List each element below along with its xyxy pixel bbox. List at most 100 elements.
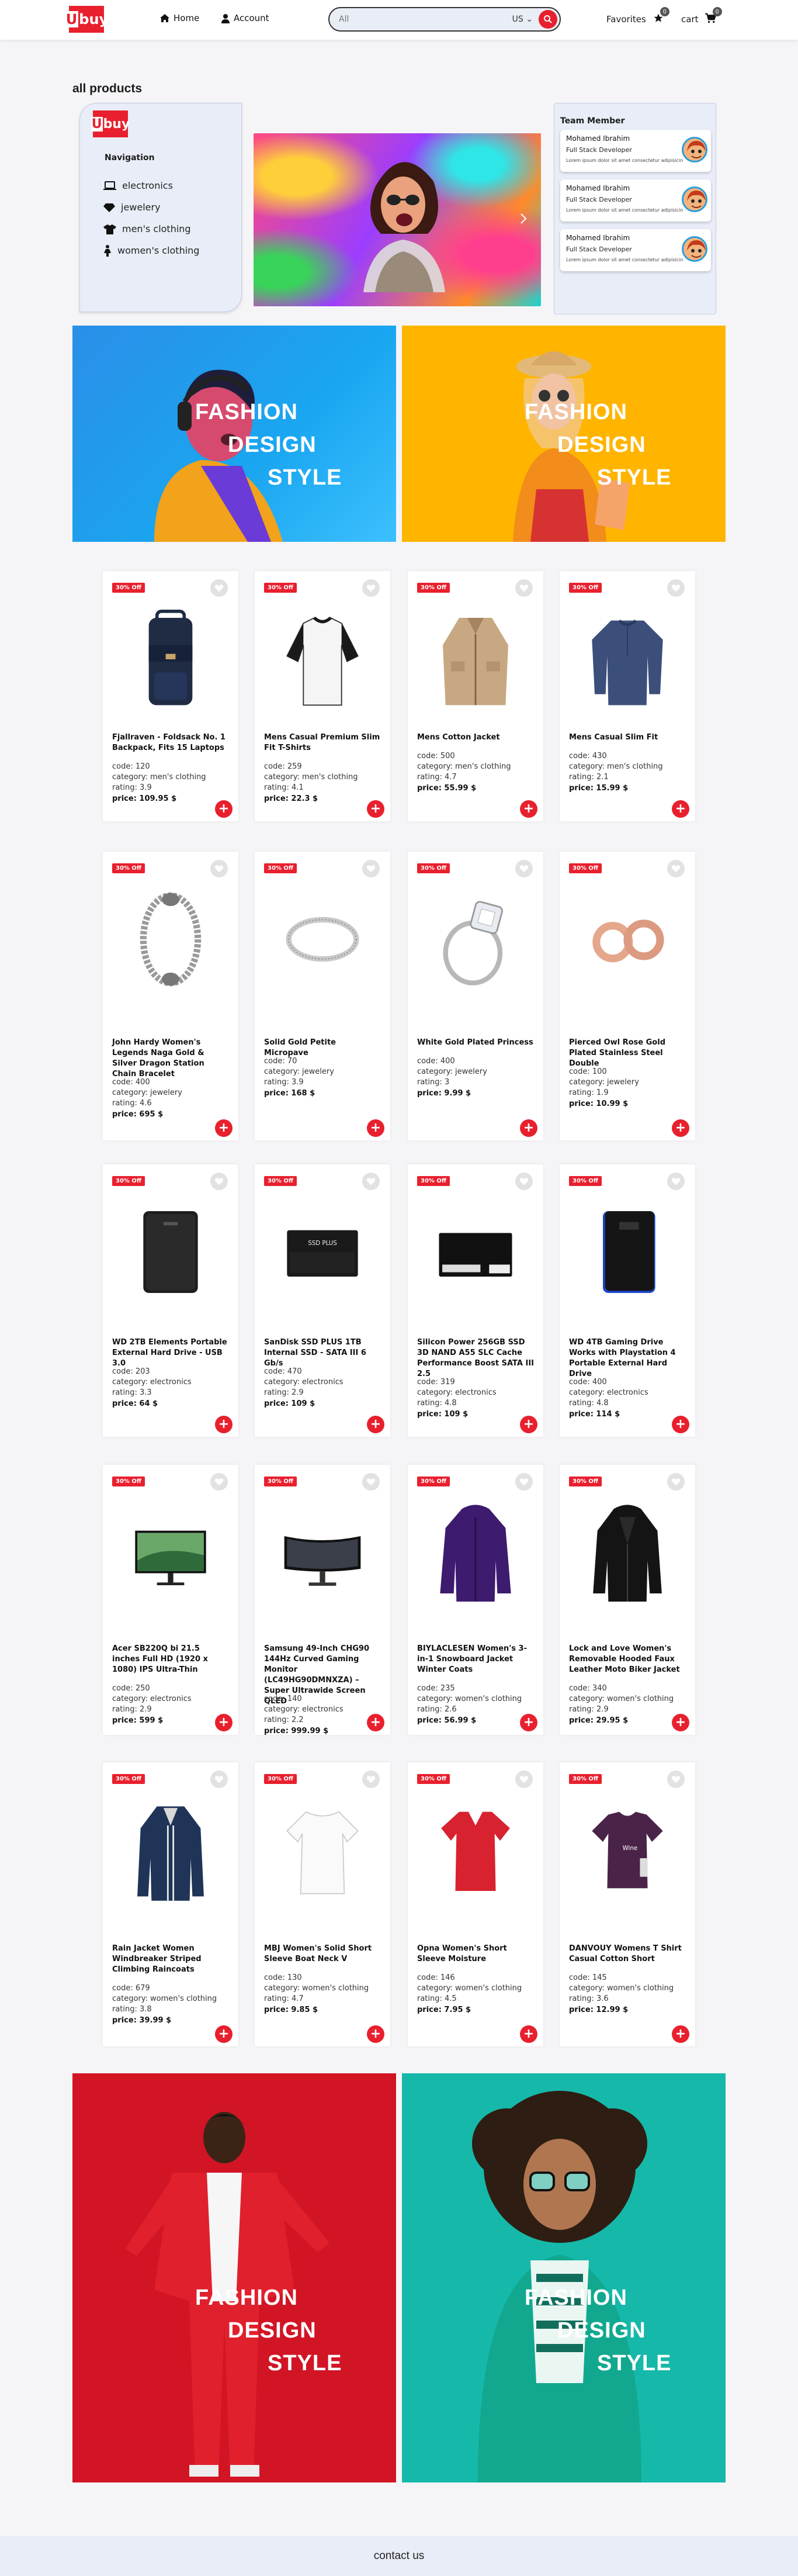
product-title[interactable]: Opna Women's Short Sleeve Moisture bbox=[417, 1944, 534, 1965]
product-image[interactable]: Wine bbox=[583, 1793, 672, 1907]
product-image[interactable] bbox=[126, 1195, 215, 1309]
product-title[interactable]: Mens Casual Premium Slim Fit T-Shirts bbox=[264, 732, 381, 753]
product-card[interactable]: 30% Off MBJ Women's Solid Short Sleeve Bo… bbox=[255, 1762, 390, 2046]
add-to-cart-button[interactable]: + bbox=[367, 1119, 384, 1137]
product-title[interactable]: WD 2TB Elements Portable External Hard D… bbox=[112, 1337, 229, 1369]
product-card[interactable]: 30% Off Lock and Love Women's Removable H… bbox=[560, 1465, 695, 1735]
search-input[interactable] bbox=[339, 15, 512, 24]
product-image[interactable] bbox=[126, 1495, 215, 1610]
product-card[interactable]: 30% Off Mens Casual Premium Slim Fit T-Sh… bbox=[255, 571, 390, 821]
product-image[interactable] bbox=[278, 882, 367, 997]
product-title[interactable]: Rain Jacket Women Windbreaker Striped Cl… bbox=[112, 1944, 229, 1975]
add-to-cart-button[interactable]: + bbox=[367, 1416, 384, 1433]
add-to-cart-button[interactable]: + bbox=[672, 2025, 689, 2043]
add-to-cart-button[interactable]: + bbox=[672, 800, 689, 818]
favorite-button[interactable] bbox=[515, 1473, 533, 1491]
sidebar-logo[interactable]: Ubuy bbox=[91, 110, 130, 137]
product-image[interactable] bbox=[126, 601, 215, 716]
favorite-button[interactable] bbox=[667, 1173, 685, 1190]
currency-select[interactable]: US ⌄ bbox=[512, 15, 533, 24]
favorite-button[interactable] bbox=[362, 579, 380, 597]
product-title[interactable]: WD 4TB Gaming Drive Works with Playstati… bbox=[569, 1337, 686, 1379]
product-card[interactable]: 30% Off WD 4TB Gaming Drive Works with Pl… bbox=[560, 1164, 695, 1437]
product-card[interactable]: 30% Off Rain Jacket Women Windbreaker Str… bbox=[103, 1762, 238, 2046]
fashion-banner-red[interactable]: FASHION DESIGN STYLE bbox=[72, 2073, 396, 2482]
product-image[interactable] bbox=[431, 1195, 520, 1309]
add-to-cart-button[interactable]: + bbox=[367, 2025, 384, 2043]
product-card[interactable]: 30% Off Opna Women's Short Sleeve Moistur… bbox=[408, 1762, 543, 2046]
product-image[interactable] bbox=[431, 1495, 520, 1610]
product-image[interactable] bbox=[278, 1495, 367, 1610]
search-button[interactable] bbox=[539, 10, 557, 29]
product-card[interactable]: 30% Off Mens Casual Slim Fit code: 430 cate… bbox=[560, 571, 695, 821]
favorite-button[interactable] bbox=[210, 1173, 228, 1190]
product-card[interactable]: 30% Off Mens Cotton Jacket code: 500 catego… bbox=[408, 571, 543, 821]
favorite-button[interactable] bbox=[667, 860, 685, 877]
ubuy-logo[interactable]: Ubuy bbox=[64, 6, 108, 33]
add-to-cart-button[interactable]: + bbox=[215, 1714, 233, 1731]
product-card[interactable]: 30% Off Samsung 49-Inch CHG90 144Hz Curve… bbox=[255, 1465, 390, 1735]
sidebar-item-electronics[interactable]: electronics bbox=[103, 175, 199, 196]
home-link[interactable]: Home bbox=[159, 13, 199, 23]
fashion-banner-blue[interactable]: FASHION DESIGN STYLE bbox=[72, 326, 396, 542]
product-card[interactable]: 30% Off Solid Gold Petite Micropave code: … bbox=[255, 852, 390, 1140]
add-to-cart-button[interactable]: + bbox=[215, 2025, 233, 2043]
product-title[interactable]: Mens Casual Slim Fit bbox=[569, 732, 686, 743]
add-to-cart-button[interactable]: + bbox=[215, 1416, 233, 1433]
favorite-button[interactable] bbox=[515, 860, 533, 877]
favorite-button[interactable] bbox=[210, 579, 228, 597]
product-card[interactable]: 30% Off Acer SB220Q bi 21.5 inches Full H… bbox=[103, 1465, 238, 1735]
add-to-cart-button[interactable]: + bbox=[520, 1416, 537, 1433]
favorite-button[interactable] bbox=[362, 1173, 380, 1190]
product-title[interactable]: Fjallraven - Foldsack No. 1 Backpack, Fi… bbox=[112, 732, 229, 753]
product-card[interactable]: 30% Off Pierced Owl Rose Gold Plated Stai… bbox=[560, 852, 695, 1140]
add-to-cart-button[interactable]: + bbox=[215, 800, 233, 818]
hero-carousel[interactable] bbox=[254, 133, 541, 306]
add-to-cart-button[interactable]: + bbox=[672, 1119, 689, 1137]
product-card[interactable]: 30% Off Wine DANVOUY Womens T Shirt Casual… bbox=[560, 1762, 695, 2046]
product-image[interactable] bbox=[583, 1195, 672, 1309]
product-title[interactable]: Silicon Power 256GB SSD 3D NAND A55 SLC … bbox=[417, 1337, 534, 1379]
product-title[interactable]: BIYLACLESEN Women's 3-in-1 Snowboard Jac… bbox=[417, 1644, 534, 1675]
product-image[interactable] bbox=[126, 1793, 215, 1907]
product-card[interactable]: 30% Off WD 2TB Elements Portable External… bbox=[103, 1164, 238, 1437]
product-card[interactable]: 30% Off John Hardy Women's Legends Naga G… bbox=[103, 852, 238, 1140]
product-image[interactable] bbox=[278, 1793, 367, 1907]
team-member-card[interactable]: Mohamed Ibrahim Full Stack Developer Lor… bbox=[560, 130, 711, 172]
product-title[interactable]: Pierced Owl Rose Gold Plated Stainless S… bbox=[569, 1038, 686, 1069]
product-title[interactable]: John Hardy Women's Legends Naga Gold & S… bbox=[112, 1038, 229, 1080]
add-to-cart-button[interactable]: + bbox=[672, 1416, 689, 1433]
favorite-button[interactable] bbox=[362, 1473, 380, 1491]
favorite-button[interactable] bbox=[362, 1771, 380, 1788]
product-card[interactable]: 30% Off Silicon Power 256GB SSD 3D NAND A… bbox=[408, 1164, 543, 1437]
favorites-link[interactable]: Favorites 0 bbox=[606, 7, 669, 26]
favorite-button[interactable] bbox=[362, 860, 380, 877]
product-image[interactable] bbox=[583, 1495, 672, 1610]
add-to-cart-button[interactable]: + bbox=[367, 1714, 384, 1731]
product-title[interactable]: White Gold Plated Princess bbox=[417, 1038, 534, 1048]
product-title[interactable]: Lock and Love Women's Removable Hooded F… bbox=[569, 1644, 686, 1675]
product-card[interactable]: 30% Off SSD PLUS SanDisk SSD PLUS 1TB Inte… bbox=[255, 1164, 390, 1437]
account-link[interactable]: Account bbox=[221, 13, 269, 23]
favorite-button[interactable] bbox=[515, 1173, 533, 1190]
fashion-banner-yellow[interactable]: FASHION DESIGN STYLE bbox=[402, 326, 726, 542]
add-to-cart-button[interactable]: + bbox=[520, 1714, 537, 1731]
product-title[interactable]: Mens Cotton Jacket bbox=[417, 732, 534, 743]
product-image[interactable] bbox=[583, 882, 672, 997]
cart-link[interactable]: cart 0 bbox=[681, 7, 722, 26]
product-title[interactable]: MBJ Women's Solid Short Sleeve Boat Neck… bbox=[264, 1944, 381, 1965]
product-image[interactable] bbox=[583, 601, 672, 716]
product-title[interactable]: Solid Gold Petite Micropave bbox=[264, 1038, 381, 1059]
add-to-cart-button[interactable]: + bbox=[520, 1119, 537, 1137]
sidebar-item-jewelery[interactable]: jewelery bbox=[103, 196, 199, 218]
favorite-button[interactable] bbox=[667, 1473, 685, 1491]
sidebar-item-womens-clothing[interactable]: women's clothing bbox=[103, 240, 199, 261]
product-title[interactable]: Acer SB220Q bi 21.5 inches Full HD (1920… bbox=[112, 1644, 229, 1675]
favorite-button[interactable] bbox=[667, 579, 685, 597]
contact-us-link[interactable]: contact us bbox=[374, 2550, 425, 2563]
favorite-button[interactable] bbox=[210, 860, 228, 877]
product-image[interactable] bbox=[278, 601, 367, 716]
product-card[interactable]: 30% Off BIYLACLESEN Women's 3-in-1 Snowbo… bbox=[408, 1465, 543, 1735]
product-image[interactable] bbox=[431, 1793, 520, 1907]
product-image[interactable] bbox=[431, 882, 520, 997]
